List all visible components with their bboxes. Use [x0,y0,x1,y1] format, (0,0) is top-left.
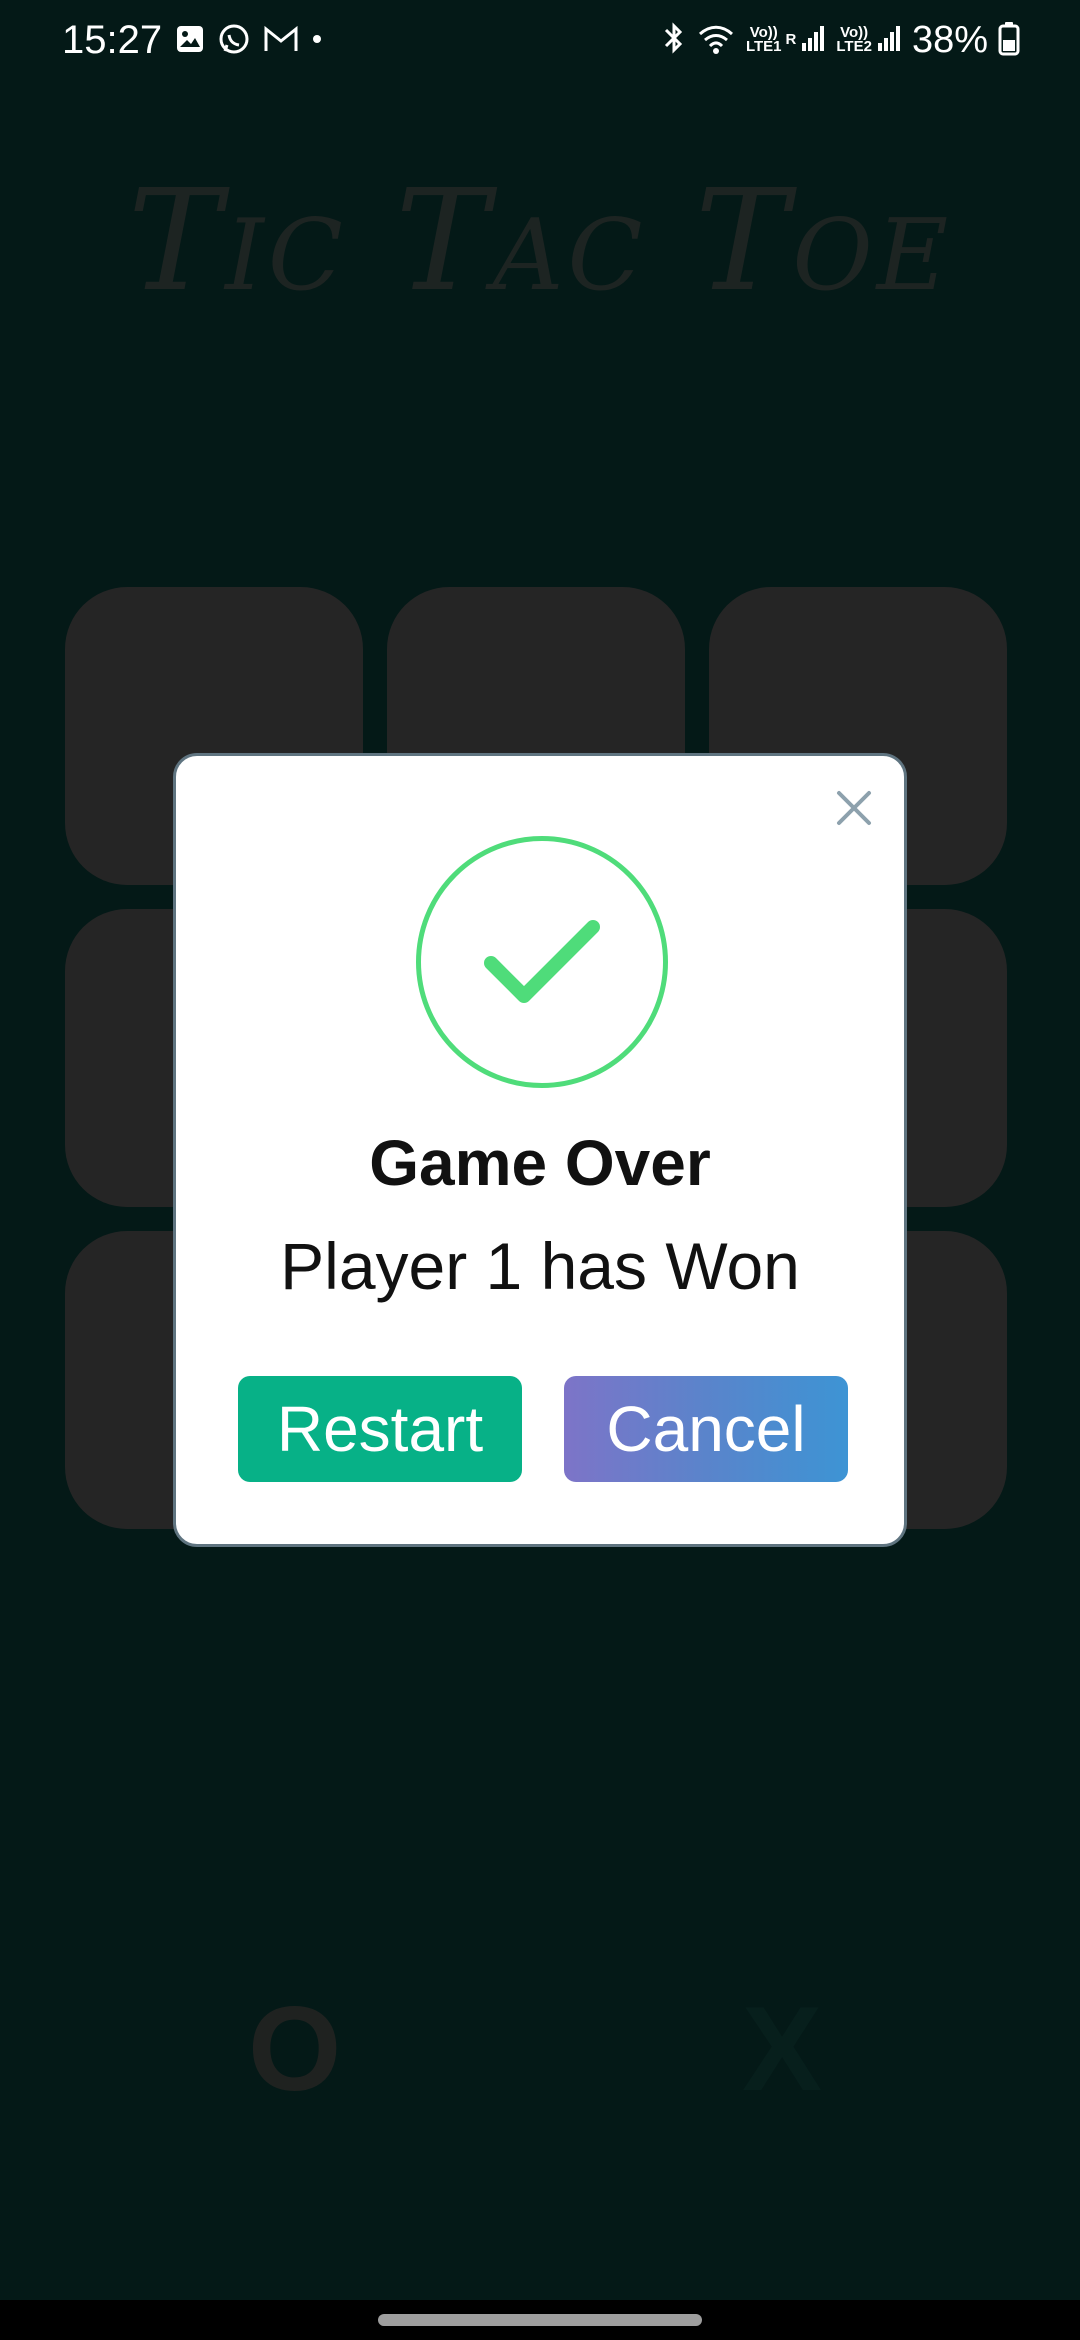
battery-percentage: 38% [911,19,988,61]
system-icons: Vo)) LTE1 R Vo)) LTE2 38% [662,16,1020,64]
notification-dot-icon [311,32,323,50]
dialog-title: Game Over [369,1127,711,1199]
sim1-lte-label: LTE1 [745,38,782,55]
gallery-icon [175,24,205,59]
battery-icon [998,20,1020,61]
success-icon [416,836,668,1088]
signal-icon [800,23,826,58]
sim2-indicator: Vo)) LTE2 [836,23,902,58]
bluetooth-icon [662,20,686,61]
checkmark-icon [484,920,600,1003]
roaming-label: R [785,31,797,48]
home-indicator[interactable] [378,2314,702,2326]
notification-icons [175,20,323,62]
game-title: Tic Tac Toe [127,160,953,323]
cancel-button[interactable]: Cancel [564,1376,848,1482]
whatsapp-icon [217,22,251,61]
signal-icon [876,23,902,58]
wifi-icon [696,20,736,61]
sim1-indicator: Vo)) LTE1 R [746,23,826,58]
close-icon[interactable] [830,784,878,832]
gmail-icon [263,24,299,59]
restart-button[interactable]: Restart [238,1376,522,1482]
status-bar: 15:27 Vo)) LTE1 R Vo)) LTE2 38% [0,0,1080,80]
player-x-marker: X [742,1982,823,2116]
player-o-marker: O [248,1982,342,2116]
game-over-dialog: Game Over Player 1 has Won Restart Cance… [173,753,907,1547]
sim2-lte-label: LTE2 [836,38,872,55]
winner-message: Player 1 has Won [280,1229,800,1303]
status-time: 15:27 [62,18,163,62]
